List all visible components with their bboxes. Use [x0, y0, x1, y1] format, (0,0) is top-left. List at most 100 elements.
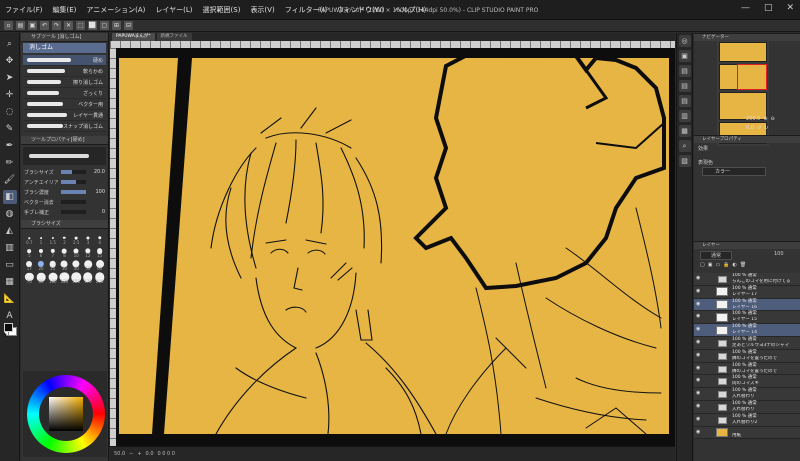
deselect-icon[interactable]: ▢ — [100, 21, 109, 30]
brush-size-preset[interactable]: 8 — [59, 245, 70, 258]
navigator-viewport[interactable] — [737, 64, 767, 90]
minimize-button[interactable]: — — [741, 3, 750, 13]
save-icon[interactable]: ▣ — [28, 21, 37, 30]
visibility-eye-icon[interactable]: ◉ — [696, 314, 701, 319]
actual-size-icon[interactable]: ⊖ — [771, 116, 775, 122]
visibility-eye-icon[interactable]: ◉ — [696, 378, 701, 383]
delete-layer-icon[interactable]: 🗑 — [740, 262, 746, 270]
tab-papuwa-manga[interactable]: PAPUWAまんが* — [112, 33, 155, 41]
material-2-icon[interactable]: ▤ — [678, 80, 691, 92]
menu-animation[interactable]: アニメーション(A) — [81, 5, 150, 15]
brush-size-preset[interactable]: 6 — [36, 245, 47, 258]
brush-size-preset[interactable]: 40 — [71, 258, 82, 271]
layer-folder-row[interactable]: ◉ 100 % 通常 肉のコマズキ — [694, 375, 800, 389]
layer-row[interactable]: ◉ 100 % 通常 レイヤー 15 — [694, 311, 800, 325]
undo-icon[interactable]: ↶ — [40, 21, 49, 30]
layer-row[interactable]: ◉ 100 % 通常 レイヤー 17 — [694, 285, 800, 299]
visibility-eye-icon[interactable]: ◉ — [696, 429, 701, 435]
visibility-eye-icon[interactable]: ◉ — [696, 365, 701, 371]
layer-folder-row[interactable]: ◉ 100 % 通常 入れ替わり — [694, 400, 800, 414]
menu-view[interactable]: 表示(V) — [245, 5, 279, 15]
brush-size-preset[interactable]: 10 — [71, 245, 82, 258]
brush-size-preset[interactable]: 4 — [94, 232, 105, 245]
zoom-icon[interactable]: ⌕ — [3, 37, 17, 51]
brush-size-preset[interactable]: 150 — [71, 271, 82, 284]
visibility-eye-icon[interactable]: ◉ — [696, 391, 701, 396]
menu-file[interactable]: ファイル(F) — [0, 5, 48, 15]
gradient-icon[interactable]: ▥ — [3, 241, 17, 255]
visibility-eye-icon[interactable]: ◉ — [696, 352, 701, 358]
visibility-eye-icon[interactable]: ◉ — [696, 301, 701, 307]
opacity-value[interactable]: 100 — [774, 251, 784, 257]
layer-folder-row[interactable]: ◉ 100 % 通常 入れ替わり — [694, 388, 800, 401]
fit-icon[interactable]: ⊕ — [763, 116, 767, 122]
menu-selection[interactable]: 選択範囲(S) — [198, 5, 246, 15]
tool-property-slider[interactable] — [61, 180, 86, 184]
snap-grid-icon[interactable]: ⊟ — [124, 21, 133, 30]
move-layer-icon[interactable]: ✛ — [3, 88, 17, 102]
tab-new-file[interactable]: 新規ファイル — [156, 33, 192, 41]
figure-icon[interactable]: ▭ — [3, 258, 17, 272]
new-file-icon[interactable]: ▫ — [4, 21, 13, 30]
ruler-icon[interactable]: 📐 — [3, 292, 17, 306]
layer-row[interactable]: ◉ 100 % 通常 レイヤー 16 — [694, 298, 800, 312]
brush-item[interactable]: ベクター用 — [23, 99, 106, 110]
brush-size-preset[interactable]: 100 — [47, 271, 58, 284]
brush-item[interactable]: ざっくり — [23, 88, 106, 99]
menu-edit[interactable]: 編集(E) — [48, 5, 82, 15]
tool-property-slider[interactable] — [61, 190, 86, 194]
brush-size-preset[interactable]: 200 — [94, 271, 105, 284]
layer-folder-row[interactable]: ◉ 100 % 通常 らんこのコマを用に付けてる — [694, 273, 800, 286]
redo-icon[interactable]: ↷ — [52, 21, 61, 30]
brush-size-preset[interactable]: 12 — [83, 245, 94, 258]
new-folder-icon[interactable]: ▭ — [715, 262, 720, 270]
navigator-icon[interactable]: ◎ — [678, 35, 691, 47]
history-icon[interactable]: ▥ — [678, 110, 691, 122]
brush-size-preset[interactable]: 30 — [59, 258, 70, 271]
rotate-right-icon[interactable]: ↻ — [764, 125, 768, 131]
brush-size-preset[interactable]: 15 — [94, 245, 105, 258]
close-button[interactable]: ✕ — [786, 3, 794, 13]
brush-size-preset[interactable]: 0.7 — [24, 232, 35, 245]
blend-mode-select[interactable]: 通常 — [700, 251, 733, 260]
brush-size-preset[interactable]: 2.5 — [71, 232, 82, 245]
brush-size-preset[interactable]: 80 — [36, 271, 47, 284]
eyedropper-icon[interactable]: ✎ — [3, 122, 17, 136]
brush-size-preset[interactable]: 3 — [83, 232, 94, 245]
tool-property-slider[interactable] — [61, 170, 86, 174]
saturation-value-square[interactable] — [49, 397, 83, 431]
material-icon[interactable]: ▤ — [678, 65, 691, 77]
navigator-rotate-value[interactable]: 0.0 — [746, 125, 754, 131]
material-3-icon[interactable]: ▤ — [678, 95, 691, 107]
mask-icon[interactable]: ◐ — [732, 262, 736, 270]
zoom-readout[interactable]: 50.0 — [114, 451, 125, 457]
new-layer-icon[interactable]: ▢ — [700, 262, 705, 270]
expression-color-select[interactable]: カラー — [702, 167, 766, 176]
pen-icon[interactable]: ✒ — [3, 139, 17, 153]
brush-size-preset[interactable]: 17 — [24, 258, 35, 271]
layer-folder-row[interactable]: ◉ 100 % 通常 隣のコマを置ったので — [694, 349, 800, 363]
visibility-eye-icon[interactable]: ◉ — [696, 416, 701, 422]
drawing-canvas[interactable] — [116, 48, 675, 446]
tool-property-slider[interactable] — [61, 200, 86, 204]
brush-size-preset[interactable]: 170 — [83, 271, 94, 284]
brush-size-preset[interactable]: 1.5 — [47, 232, 58, 245]
fill-icon[interactable]: ◭ — [3, 224, 17, 238]
rotate-left-icon[interactable]: ↺ — [757, 125, 761, 131]
menu-layer[interactable]: レイヤー(L) — [150, 5, 197, 15]
brush-size-preset[interactable]: 120 — [59, 271, 70, 284]
angle-readout[interactable]: 0.0 — [146, 451, 154, 457]
brush-icon[interactable]: 🖌 — [3, 173, 17, 187]
quick-access-icon[interactable]: ▧ — [678, 155, 691, 167]
layer-row[interactable]: ◉ 100 % 通常 レイヤー 14 — [694, 324, 800, 337]
brush-item[interactable]: 軟らかめ — [23, 66, 106, 77]
layer-row[interactable]: ◉ 用紙 — [694, 426, 800, 440]
brush-size-preset[interactable]: 5 — [24, 245, 35, 258]
sub-view-icon[interactable]: ▣ — [678, 50, 691, 62]
lasso-icon[interactable]: ◌ — [3, 105, 17, 119]
layer-folder-row[interactable]: ◉ 100 % 通常 入れ替わり2 — [694, 413, 800, 427]
select-all-icon[interactable]: ⬜ — [88, 21, 97, 30]
layer-search-icon[interactable]: ⌕ — [678, 140, 691, 152]
move-icon[interactable]: ✥ — [3, 54, 17, 68]
visibility-eye-icon[interactable]: ◉ — [696, 339, 701, 345]
